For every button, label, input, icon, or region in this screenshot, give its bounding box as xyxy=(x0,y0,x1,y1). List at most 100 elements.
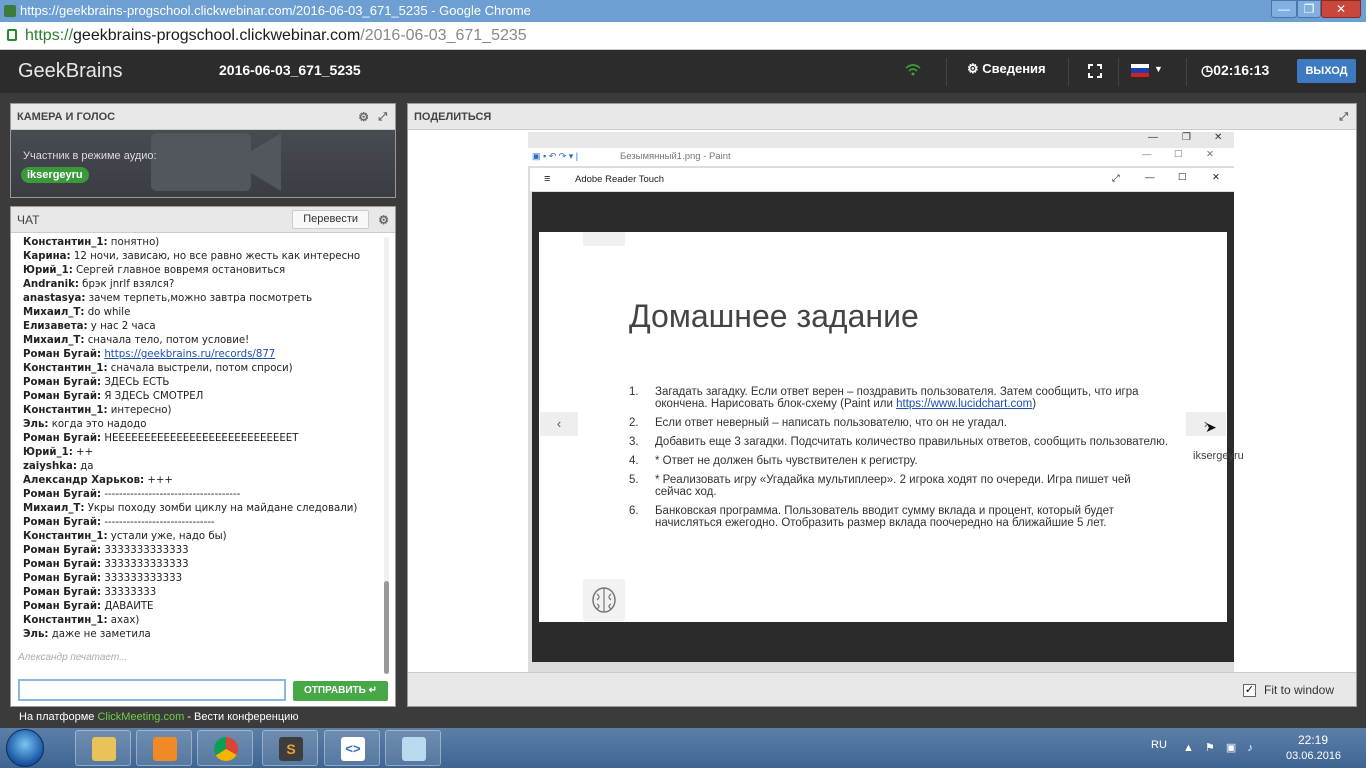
chat-message-author: Константин_1: xyxy=(23,405,108,416)
send-button[interactable]: ОТПРАВИТЬ ↵ xyxy=(293,681,388,701)
code-editor-taskbar-button[interactable]: <> xyxy=(324,730,380,766)
chat-message-text: ++ xyxy=(72,447,94,458)
chat-message-author: Елизавета: xyxy=(23,321,88,332)
chat-input[interactable] xyxy=(18,679,286,701)
fullscreen-icon[interactable] xyxy=(1088,64,1102,78)
chevron-down-icon[interactable]: ▼ xyxy=(1154,64,1163,74)
brain-icon xyxy=(583,579,625,621)
homework-item-text: Банковская программа. Пользователь вводи… xyxy=(655,505,1114,529)
details-button[interactable]: ⚙ Сведения xyxy=(967,61,1046,77)
chat-panel-header: ЧАТ Перевести ⚙ xyxy=(11,207,395,233)
chat-message-text: 3333333333333 xyxy=(101,545,189,556)
expand-icon[interactable]: ⤢ xyxy=(378,104,387,130)
homework-item: 6. Банковская программа. Пользователь вво… xyxy=(629,505,1169,529)
chat-message-text: +++ xyxy=(144,475,173,486)
settings-icon[interactable]: ⚙ xyxy=(378,207,389,233)
chat-message: anastasya: зачем терпеть,можно завтра по… xyxy=(23,292,383,306)
explorer-taskbar-button[interactable] xyxy=(75,730,131,766)
chat-scrollbar[interactable] xyxy=(384,237,389,674)
chat-message-author: Константин_1: xyxy=(23,237,108,248)
background-window-bar: — ❐ ✕ xyxy=(528,132,1234,148)
chat-message-text: ДАВАЙТЕ xyxy=(101,601,154,612)
homework-list: 1. Загадать загадку. Если ответ верен – п… xyxy=(629,386,1169,536)
language-flag-icon[interactable] xyxy=(1131,64,1149,77)
chat-message-text: Сергей главное вовремя остановиться xyxy=(72,265,286,276)
close-button[interactable]: ✕ xyxy=(1321,0,1361,18)
chat-message-author: Эль: xyxy=(23,629,49,640)
clock-time[interactable]: 22:19 xyxy=(1298,733,1328,747)
chat-message-text: сначала тело, потом условие! xyxy=(84,335,250,346)
start-button[interactable] xyxy=(6,729,44,767)
chat-message-text: ------------------------------ xyxy=(101,517,215,528)
reader-title-bar: ≡ Adobe Reader Touch ⤢ — ☐ ✕ xyxy=(530,168,1234,192)
fit-to-window-checkbox[interactable]: ✓ xyxy=(1243,684,1256,697)
chat-message-author: Александр Харьков: xyxy=(23,475,145,486)
chat-message: Andranik: брэк jnrlf взялся? xyxy=(23,278,383,292)
chat-message-author: Карина: xyxy=(23,251,71,262)
url-text[interactable]: https://geekbrains-progschool.clickwebin… xyxy=(25,27,527,45)
screen-share-view: — ❐ ✕ ▣ ▪ ↶ ↷ ▾ | Безымянный1.png - Pain… xyxy=(408,130,1356,672)
homework-item-number: 4. xyxy=(629,455,639,467)
chat-message: Роман Бугай: 3333333333333 xyxy=(23,558,383,572)
chat-message-text: интересно) xyxy=(107,405,172,416)
share-panel: ПОДЕЛИТЬСЯ ⤢ — ❐ ✕ ▣ ▪ ↶ ↷ ▾ | Безымянны… xyxy=(407,103,1357,707)
network-icon[interactable]: ▣ xyxy=(1226,742,1236,754)
chat-message-text: сначала выстрели, потом спроси) xyxy=(107,363,293,374)
chat-message: Роман Бугай: НЕЕЕЕЕЕЕЕЕЕЕЕЕЕЕЕЕЕЕЕЕЕЕЕЕЕ… xyxy=(23,432,383,446)
chat-message: Константин_1: устали уже, надо бы) xyxy=(23,530,383,544)
action-center-icon[interactable]: ⚑ xyxy=(1205,742,1215,754)
chat-message: Роман Бугай: Я ЗДЕСЬ СМОТРЕЛ xyxy=(23,390,383,404)
lock-icon xyxy=(7,29,17,41)
chat-message-author: Роман Бугай: xyxy=(23,545,102,556)
clock-date[interactable]: 03.06.2016 xyxy=(1286,750,1341,762)
maximize-button[interactable]: ❐ xyxy=(1297,0,1321,18)
chat-message-author: Михаил_Т: xyxy=(23,307,85,318)
tray-icons[interactable]: ▲ ⚑ ▣ ♪ xyxy=(1183,741,1273,755)
chat-message-link[interactable]: https://geekbrains.ru/records/877 xyxy=(104,349,275,360)
chat-message-text: НЕЕЕЕЕЕЕЕЕЕЕЕЕЕЕЕЕЕЕЕЕЕЕЕЕЕЕЕТ xyxy=(101,433,299,444)
cursor-icon: ➤ xyxy=(1205,419,1217,435)
footer-suffix: - Вести конференцию xyxy=(184,711,299,723)
lucidchart-link[interactable]: https://www.lucidchart.com xyxy=(896,398,1032,410)
previous-page-button[interactable]: ‹ xyxy=(540,412,578,436)
notepad-taskbar-button[interactable] xyxy=(385,730,441,766)
chat-message: Эль: даже не заметила xyxy=(23,628,383,642)
homework-item: 3. Добавить еще 3 загадки. Подсчитать кол… xyxy=(629,436,1169,448)
homework-item: 2. Если ответ неверный – написать пользов… xyxy=(629,417,1169,429)
chat-message: Константин_1: ахах) xyxy=(23,614,383,628)
send-label: ОТПРАВИТЬ xyxy=(304,685,366,696)
language-indicator[interactable]: RU xyxy=(1151,739,1167,751)
chat-message-author: Роман Бугай: xyxy=(23,573,102,584)
expand-icon: ⤢ xyxy=(1112,173,1120,184)
maximize-icon: ☐ xyxy=(1174,149,1183,160)
footer-brand-link[interactable]: ClickMeeting.com xyxy=(97,711,184,723)
media-player-icon xyxy=(153,737,177,761)
show-hidden-icons-icon[interactable]: ▲ xyxy=(1183,742,1194,754)
media-player-taskbar-button[interactable] xyxy=(136,730,192,766)
app-header: GeekBrains 2016-06-03_671_5235 ⚙ Сведени… xyxy=(0,50,1366,93)
translate-button[interactable]: Перевести xyxy=(292,210,369,229)
chat-message-text: у нас 2 часа xyxy=(87,321,156,332)
taskbar: S <> RU ▲ ⚑ ▣ ♪ 22:19 03.06.2016 xyxy=(0,728,1366,768)
meeting-title: 2016-06-03_671_5235 xyxy=(219,62,361,78)
settings-icon[interactable]: ⚙ xyxy=(358,104,369,130)
homework-item-number: 5. xyxy=(629,474,639,486)
scrollbar-thumb[interactable] xyxy=(384,581,389,674)
address-bar[interactable]: https://geekbrains-progschool.clickwebin… xyxy=(0,22,1366,50)
chrome-taskbar-button[interactable] xyxy=(197,730,253,766)
header-divider xyxy=(1186,58,1187,86)
homework-item-text-end: ) xyxy=(1032,398,1037,410)
share-footer: ✓ Fit to window xyxy=(408,672,1356,706)
logo: GeekBrains xyxy=(18,60,123,82)
chat-message-author: Михаил_Т: xyxy=(23,503,85,514)
sublime-taskbar-button[interactable]: S xyxy=(262,730,318,766)
minimize-button[interactable]: — xyxy=(1271,0,1297,18)
slide-top-tab xyxy=(583,232,625,246)
exit-button[interactable]: ВЫХОД xyxy=(1297,59,1356,83)
chrome-icon xyxy=(214,737,238,761)
expand-icon[interactable]: ⤢ xyxy=(1339,104,1348,130)
chat-message-author: Константин_1: xyxy=(23,615,108,626)
chat-message-text: Укры походу зомби циклу на майдане следо… xyxy=(84,503,358,514)
reader-body: Домашнее задание 1. Загадать загадку. Есл… xyxy=(532,192,1234,662)
volume-icon[interactable]: ♪ xyxy=(1247,742,1253,754)
